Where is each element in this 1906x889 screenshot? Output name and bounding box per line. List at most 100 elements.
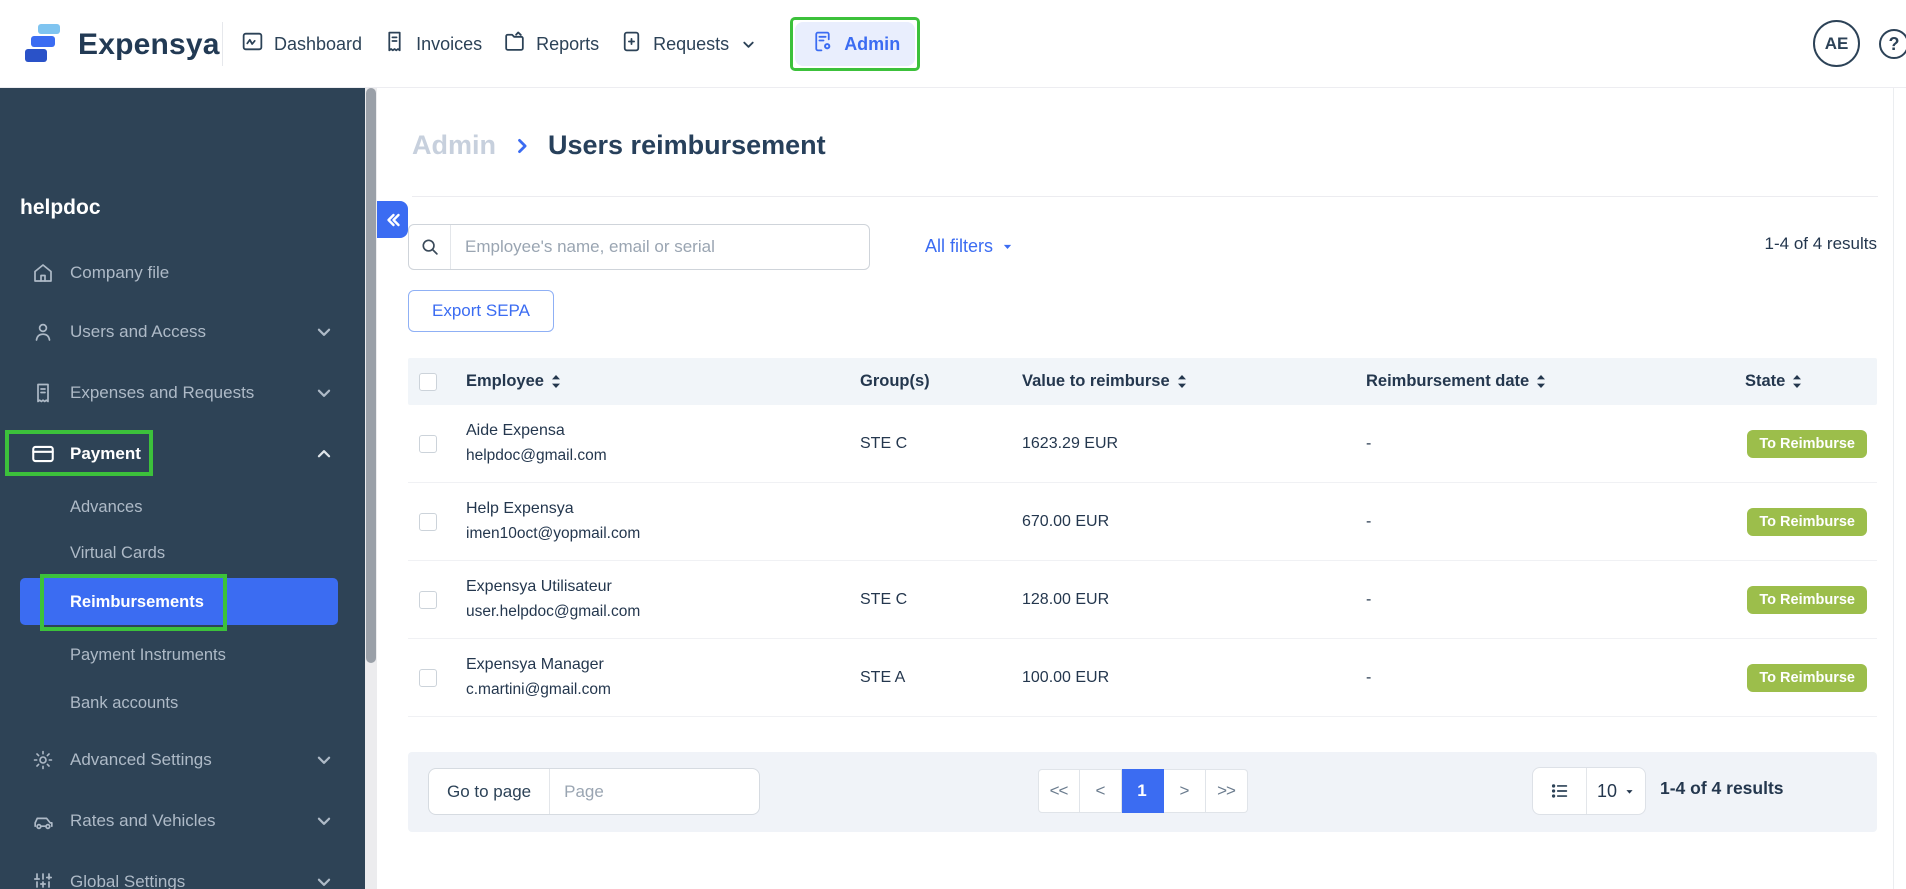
sidebar-item-label: Advanced Settings xyxy=(70,750,212,769)
nav-item-dashboard[interactable]: Dashboard xyxy=(240,29,362,59)
breadcrumb-divider xyxy=(412,196,1878,197)
page-size-select[interactable]: 10 xyxy=(1587,768,1645,814)
select-all-checkbox[interactable] xyxy=(408,372,448,391)
brand-name: Expensya xyxy=(78,27,220,61)
nav-item-invoices[interactable]: Invoices xyxy=(382,29,482,59)
dashboard-icon xyxy=(240,29,265,59)
sidebar-collapse-button[interactable] xyxy=(377,201,408,238)
home-icon xyxy=(30,261,56,285)
employee-email: helpdoc@gmail.com xyxy=(466,446,607,464)
chevron-up-icon xyxy=(315,445,333,463)
sidebar-item-reimbursements[interactable]: Reimbursements xyxy=(70,585,204,619)
help-glyph: ? xyxy=(1888,33,1900,54)
table-row[interactable]: Aide Expensa helpdoc@gmail.com STE C 162… xyxy=(408,405,1877,483)
nav-item-admin[interactable]: Admin xyxy=(795,22,916,66)
all-filters-dropdown[interactable]: All filters xyxy=(925,236,1014,257)
chevron-right-icon xyxy=(512,136,532,156)
breadcrumb: Admin Users reimbursement xyxy=(412,130,826,161)
employee-name: Aide Expensa xyxy=(466,422,565,440)
column-header-state[interactable]: State xyxy=(1745,372,1877,391)
goto-page-label: Go to page xyxy=(429,769,551,814)
table-row[interactable]: Expensya Utilisateur user.helpdoc@gmail.… xyxy=(408,561,1877,639)
nav-item-requests[interactable]: Requests xyxy=(619,29,756,59)
results-summary: 1-4 of 4 results xyxy=(1764,234,1877,253)
sliders-icon xyxy=(30,870,56,889)
sidebar-item-expenses-and-requests[interactable]: Expenses and Requests xyxy=(0,373,365,413)
column-label: Employee xyxy=(466,372,544,390)
employee-name: Help Expensya xyxy=(466,500,574,518)
column-header-date[interactable]: Reimbursement date xyxy=(1366,372,1745,391)
column-header-groups[interactable]: Group(s) xyxy=(860,372,1022,391)
last-page-button[interactable]: >> xyxy=(1205,769,1248,813)
sidebar-item-rates-and-vehicles[interactable]: Rates and Vehicles xyxy=(0,801,365,841)
row-checkbox[interactable] xyxy=(408,590,448,609)
table-row[interactable]: Expensya Manager c.martini@gmail.com STE… xyxy=(408,639,1877,717)
chevron-down-icon xyxy=(741,37,756,52)
row-checkbox[interactable] xyxy=(408,512,448,531)
nav-label: Invoices xyxy=(416,33,483,54)
search-box xyxy=(408,224,870,270)
sort-icon xyxy=(551,375,560,388)
table-row[interactable]: Help Expensya imen10oct@yopmail.com 670.… xyxy=(408,483,1877,561)
sidebar-scrollbar[interactable] xyxy=(365,88,377,889)
search-icon xyxy=(409,225,451,269)
sidebar: helpdoc Company file Users and Access Ex… xyxy=(0,88,365,889)
sidebar-item-global-settings[interactable]: Global Settings xyxy=(0,862,365,889)
nav-item-reports[interactable]: Reports xyxy=(502,29,599,59)
sidebar-item-bank-accounts[interactable]: Bank accounts xyxy=(70,686,178,720)
sidebar-item-label: Company file xyxy=(70,263,170,282)
sidebar-item-label: Bank accounts xyxy=(70,693,179,712)
page-right-divider xyxy=(1893,88,1894,889)
pagination-bar: Go to page << < 1 > >> 10 xyxy=(408,752,1877,832)
prev-page-button[interactable]: < xyxy=(1079,769,1122,813)
column-header-value[interactable]: Value to reimburse xyxy=(1022,372,1366,391)
sidebar-item-company-file[interactable]: Company file xyxy=(0,253,365,293)
column-label: Reimbursement date xyxy=(1366,372,1530,390)
sidebar-item-label: Advances xyxy=(70,497,143,516)
groups-cell: STE A xyxy=(860,668,906,686)
column-header-employee[interactable]: Employee xyxy=(448,372,860,391)
goto-page-input[interactable] xyxy=(550,781,759,802)
groups-cell: STE C xyxy=(860,590,908,608)
sidebar-item-virtual-cards[interactable]: Virtual Cards xyxy=(70,536,165,570)
search-input[interactable] xyxy=(451,237,869,257)
row-checkbox[interactable] xyxy=(408,668,448,687)
double-chevron-left-icon xyxy=(386,213,400,226)
list-icon[interactable] xyxy=(1533,768,1587,814)
user-icon xyxy=(30,320,56,344)
employee-email: imen10oct@yopmail.com xyxy=(466,524,641,542)
top-navigation-bar: Expensya Dashboard Invoices Reports Requ… xyxy=(0,0,1906,88)
sidebar-item-label: Rates and Vehicles xyxy=(70,811,216,830)
sidebar-item-payment[interactable]: Payment xyxy=(0,434,365,474)
page-title: Users reimbursement xyxy=(548,130,826,160)
sidebar-item-advances[interactable]: Advances xyxy=(70,490,142,524)
sidebar-scrollbar-thumb[interactable] xyxy=(366,88,376,663)
value-cell: 100.00 EUR xyxy=(1022,668,1110,686)
chevron-down-icon xyxy=(315,384,333,402)
sidebar-item-label: Expenses and Requests xyxy=(70,383,255,402)
groups-cell: STE C xyxy=(860,434,908,452)
sidebar-item-users-and-access[interactable]: Users and Access xyxy=(0,312,365,352)
avatar[interactable]: AE xyxy=(1813,20,1860,67)
sidebar-item-payment-instruments[interactable]: Payment Instruments xyxy=(70,638,226,672)
status-badge: To Reimburse xyxy=(1747,507,1867,536)
sort-icon xyxy=(1793,375,1802,388)
help-icon[interactable]: ? xyxy=(1879,29,1906,59)
next-page-button[interactable]: > xyxy=(1163,769,1206,813)
expensya-app: Expensya Dashboard Invoices Reports Requ… xyxy=(0,0,1906,889)
current-page-button[interactable]: 1 xyxy=(1121,769,1164,813)
chevron-down-icon xyxy=(315,751,333,769)
expensya-logo[interactable]: Expensya xyxy=(24,20,220,69)
sidebar-item-advanced-settings[interactable]: Advanced Settings xyxy=(0,740,365,780)
all-filters-label: All filters xyxy=(925,236,994,256)
breadcrumb-parent[interactable]: Admin xyxy=(412,130,496,161)
nav-label: Requests xyxy=(653,33,730,54)
employee-name: Expensya Manager xyxy=(466,656,604,674)
employee-email: user.helpdoc@gmail.com xyxy=(466,602,641,620)
export-sepa-button[interactable]: Export SEPA xyxy=(408,290,554,332)
invoices-icon xyxy=(382,29,407,59)
first-page-button[interactable]: << xyxy=(1037,769,1080,813)
caret-down-icon xyxy=(1003,244,1012,249)
results-summary-footer: 1-4 of 4 results xyxy=(1660,778,1784,798)
row-checkbox[interactable] xyxy=(408,434,448,453)
